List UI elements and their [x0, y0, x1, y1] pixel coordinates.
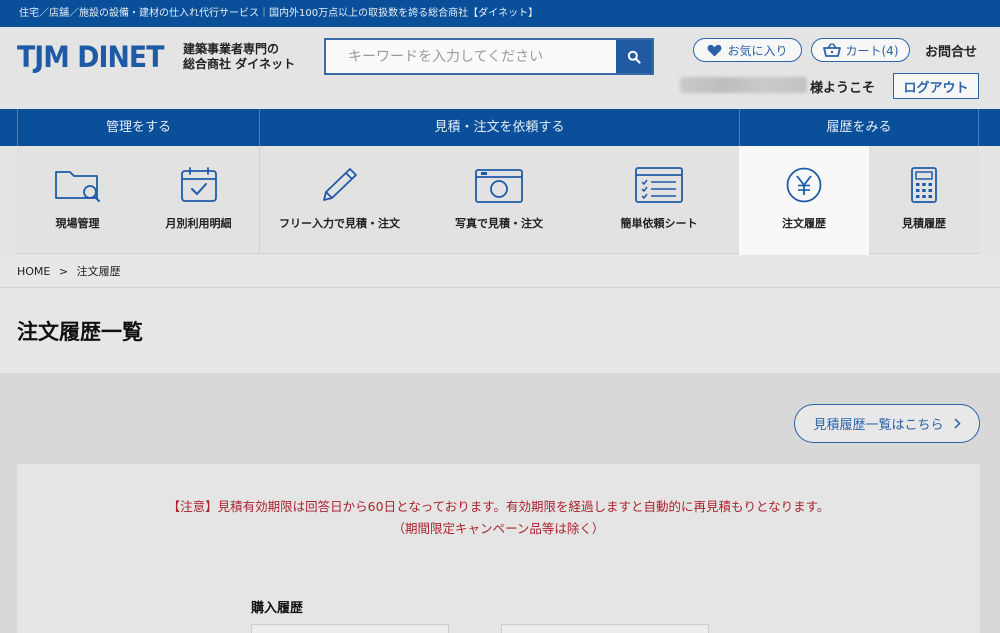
- notice-line-1: 【注意】見積有効期限は回答日から60日となっております。有効期限を経過しますと自…: [167, 499, 830, 514]
- breadcrumb-current: 注文履歴: [76, 265, 121, 278]
- camera-icon: [475, 169, 523, 203]
- nav-item-monthly-statement[interactable]: 月別利用明細: [138, 146, 259, 254]
- tagline-line-2: 総合商社 ダイネット: [183, 57, 296, 71]
- search-box: [324, 38, 654, 75]
- pencil-icon: [322, 168, 357, 201]
- breadcrumb: HOME > 注文履歴: [17, 263, 121, 279]
- nav-item-site-management[interactable]: 現場管理: [17, 146, 138, 254]
- nav-item-label: 注文履歴: [782, 217, 826, 230]
- nav-item-easy-request-sheet[interactable]: 簡単依頼シート: [579, 146, 739, 254]
- page-title: 注文履歴一覧: [17, 320, 143, 344]
- cart-label: カート(4): [845, 43, 899, 58]
- search-button[interactable]: [616, 40, 652, 73]
- logout-button[interactable]: ログアウト: [893, 73, 979, 99]
- purchase-history-heading: 購入履歴: [251, 601, 304, 616]
- checklist-icon: [635, 167, 683, 203]
- estimate-history-link-label: 見積履歴一覧はこちら: [813, 418, 944, 433]
- filter-field-1[interactable]: [251, 624, 449, 633]
- site-logo[interactable]: TJM DINET: [17, 42, 164, 72]
- folder-search-icon: [54, 171, 100, 202]
- tagline-line-1: 建築事業者専門の: [183, 42, 280, 56]
- nav-item-label: フリー入力で見積・注文: [279, 217, 400, 230]
- breadcrumb-separator: >: [58, 265, 69, 278]
- nav-item-free-input-order[interactable]: フリー入力で見積・注文: [260, 146, 419, 254]
- estimate-history-link-button[interactable]: 見積履歴一覧はこちら: [794, 404, 980, 443]
- nav-item-estimate-history[interactable]: 見積履歴: [869, 146, 979, 254]
- contact-link[interactable]: お問合せ: [925, 41, 977, 60]
- nav-item-label: 現場管理: [55, 217, 100, 230]
- heart-icon: [708, 44, 722, 57]
- user-name-redacted: [680, 77, 807, 93]
- search-icon: [627, 50, 641, 64]
- nav-item-photo-order[interactable]: 写真で見積・注文: [419, 146, 579, 254]
- nav-item-label: 月別利用明細: [165, 217, 232, 230]
- nav-item-order-history[interactable]: 注文履歴: [739, 146, 869, 255]
- nav-group-request: 見積・注文を依頼する: [259, 109, 739, 146]
- site-tagline: 建築事業者専門の 総合商社 ダイネット: [183, 42, 295, 72]
- welcome-text: 様ようこそ: [810, 81, 876, 96]
- nav-item-label: 見積履歴: [902, 217, 946, 230]
- nav-group-history: 履歴をみる: [739, 109, 979, 146]
- filter-field-2[interactable]: [501, 624, 709, 633]
- nav-item-row: 現場管理 月別利用明細 フリー入力で見積・注文 写真で見積・注文 簡単依頼シート…: [17, 146, 979, 255]
- nav-group-manage: 管理をする: [17, 109, 259, 146]
- favorites-button[interactable]: お気に入り: [693, 38, 802, 62]
- expiry-notice: 【注意】見積有効期限は回答日から60日となっております。有効期限を経過しますと自…: [17, 496, 980, 540]
- yen-icon: [786, 167, 822, 203]
- chevron-right-icon: [953, 418, 961, 429]
- site-header: TJM DINET 建築事業者専門の 総合商社 ダイネット お気に入り カート(…: [0, 27, 1000, 109]
- nav-group-headers: 管理をする 見積・注文を依頼する 履歴をみる: [0, 109, 1000, 146]
- nav-item-label: 写真で見積・注文: [455, 217, 543, 230]
- basket-icon: [822, 43, 841, 57]
- favorites-label: お気に入り: [727, 43, 788, 58]
- main-navigation: 管理をする 見積・注文を依頼する 履歴をみる 現場管理 月別利用明細 フリー入力…: [0, 109, 1000, 255]
- search-input[interactable]: [326, 40, 618, 73]
- order-history-panel: 【注意】見積有効期限は回答日から60日となっております。有効期限を経過しますと自…: [17, 464, 980, 633]
- notice-line-2: （期間限定キャンペーン品等は除く）: [392, 521, 605, 536]
- nav-item-label: 簡単依頼シート: [620, 217, 698, 230]
- calendar-check-icon: [180, 167, 217, 202]
- breadcrumb-divider: [0, 287, 1000, 288]
- top-announcement-bar: 住宅／店舗／施設の設備・建材の仕入れ代行サービス｜国内外100万点以上の取扱数を…: [0, 0, 1000, 27]
- cart-button[interactable]: カート(4): [811, 38, 910, 62]
- calculator-icon: [911, 167, 937, 203]
- breadcrumb-home[interactable]: HOME: [17, 265, 50, 278]
